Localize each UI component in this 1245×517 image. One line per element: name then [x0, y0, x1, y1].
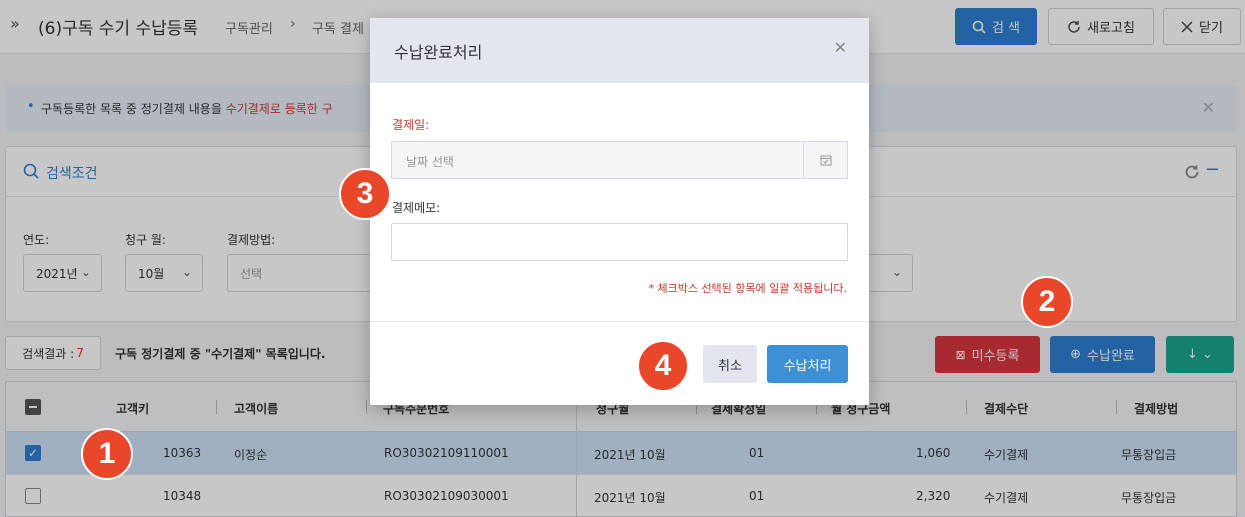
process-payment-button[interactable]: 수납처리: [767, 345, 848, 383]
payment-memo-input[interactable]: [391, 223, 848, 261]
modal-close-icon[interactable]: ✕: [834, 38, 847, 57]
step-marker-2: 2: [1021, 276, 1073, 328]
payment-complete-modal: 수납완료처리 ✕ 결제일: 날짜 선택 결제메모: * 체크박스 선택된 항목에…: [370, 18, 869, 405]
batch-apply-note: * 체크박스 선택된 항목에 일괄 적용됩니다.: [648, 282, 847, 295]
modal-header: 수납완료처리 ✕: [370, 18, 869, 83]
calendar-icon[interactable]: [803, 142, 847, 178]
payment-date-input[interactable]: 날짜 선택: [391, 141, 848, 179]
step-marker-1: 1: [81, 428, 133, 480]
step-marker-3: 3: [339, 168, 391, 220]
payment-date-label: 결제일:: [392, 118, 430, 132]
step-marker-4: 4: [637, 340, 689, 392]
cancel-button[interactable]: 취소: [703, 345, 757, 383]
modal-title: 수납완료처리: [394, 43, 483, 62]
payment-date-placeholder: 날짜 선택: [406, 155, 454, 169]
payment-memo-label: 결제메모:: [392, 201, 441, 215]
